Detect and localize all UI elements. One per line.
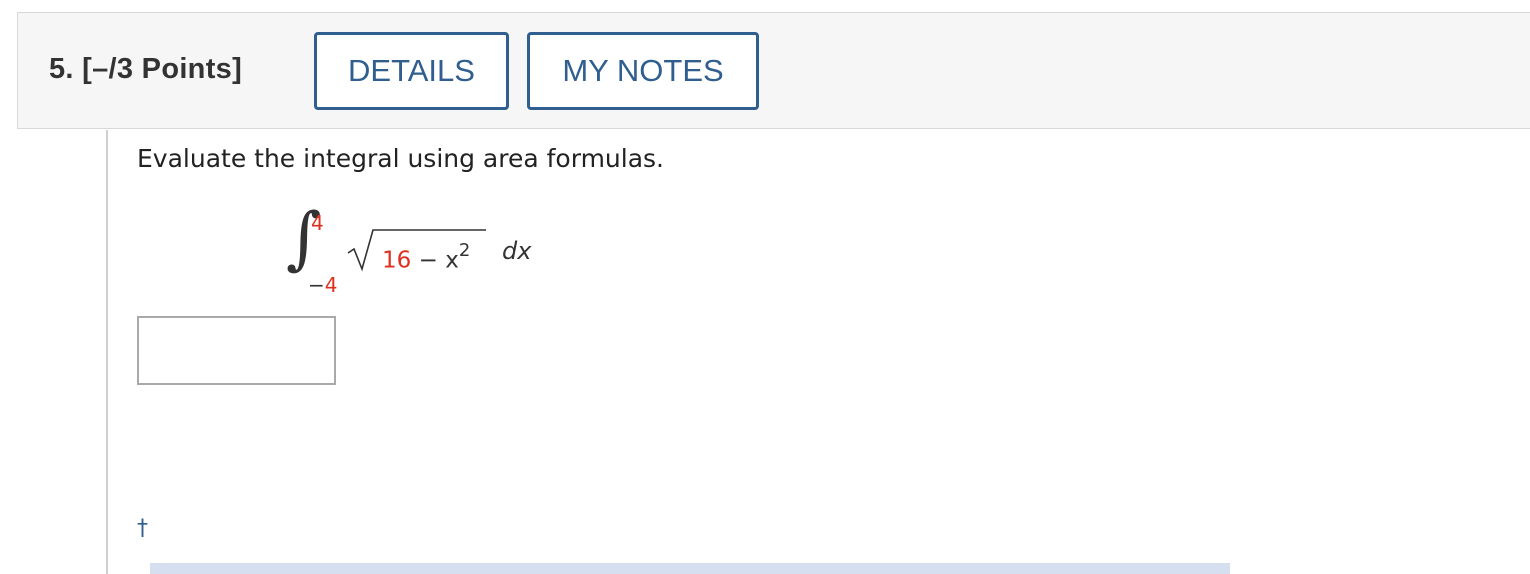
differential: dx	[502, 237, 532, 265]
details-button[interactable]: DETAILS	[314, 32, 509, 110]
content-left-rule	[106, 130, 108, 574]
lower-limit-sign: −	[308, 273, 325, 297]
my-notes-button[interactable]: MY NOTES	[527, 32, 759, 110]
answer-input[interactable]	[137, 316, 336, 385]
radicand-variable: x	[445, 247, 459, 274]
radicand-exponent: 2	[458, 240, 471, 261]
integral-lower-limit: −4	[308, 273, 338, 297]
radicand-constant: 16	[382, 247, 412, 274]
question-points-label: 5. [–/3 Points]	[49, 53, 243, 85]
integral-upper-limit: 4	[311, 211, 324, 235]
question-prompt: Evaluate the integral using area formula…	[137, 144, 665, 173]
question-header: 5. [–/3 Points] DETAILS MY NOTES	[17, 12, 1530, 129]
radicand-operator: −	[418, 247, 438, 274]
footer-bar	[150, 563, 1230, 574]
integral-expression: ∫ 4 −4 16 − x2 dx	[286, 205, 546, 300]
footnote-marker: †	[137, 516, 148, 541]
radicand: 16 − x2	[382, 240, 471, 274]
square-root: 16 − x2	[346, 227, 486, 274]
lower-limit-value: 4	[324, 273, 338, 297]
